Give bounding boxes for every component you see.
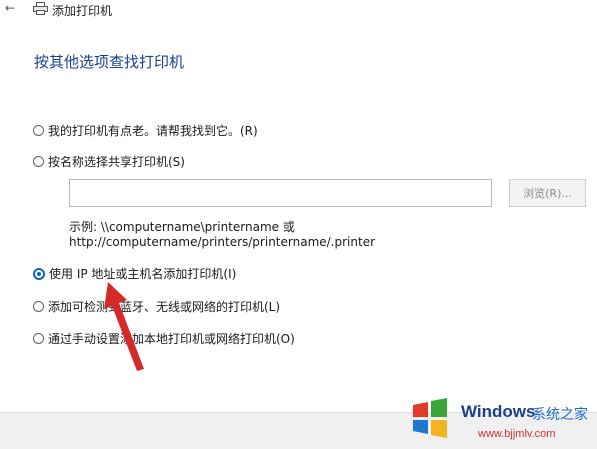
window-title: 添加打印机 (52, 4, 113, 18)
radio-manual-settings[interactable] (33, 333, 44, 344)
printer-icon (33, 2, 48, 15)
back-arrow-icon[interactable]: ← (5, 1, 15, 15)
watermark-url: www.bjjmlv.com (478, 428, 556, 440)
option-manual-settings-label: 通过手动设置添加本地打印机或网络打印机(O) (48, 332, 295, 346)
option-shared-by-name[interactable]: 按名称选择共享打印机(S) (33, 153, 185, 170)
browse-button[interactable]: 浏览(R)... (509, 179, 586, 207)
option-old-printer[interactable]: 我的打印机有点老。请帮我找到它。(R) (33, 122, 258, 139)
radio-old-printer[interactable] (33, 125, 44, 136)
title-bar: ← 添加打印机 (0, 0, 597, 20)
option-ip-hostname[interactable]: 使用 IP 地址或主机名添加打印机(I) (33, 265, 236, 282)
option-bluetooth-wireless[interactable]: 添加可检测到蓝牙、无线或网络的打印机(L) (33, 298, 280, 315)
example-line-1: 示例: \\computername\printername 或 (69, 220, 295, 234)
watermark-brand: Windows (461, 402, 536, 421)
option-ip-hostname-label: 使用 IP 地址或主机名添加打印机(I) (49, 267, 237, 281)
watermark-site-name: 系统之家 (532, 407, 588, 423)
radio-bluetooth-wireless[interactable] (33, 301, 44, 312)
option-old-printer-label: 我的打印机有点老。请帮我找到它。(R) (48, 124, 258, 138)
radio-ip-hostname[interactable] (33, 267, 45, 280)
option-manual-settings[interactable]: 通过手动设置添加本地打印机或网络打印机(O) (33, 330, 295, 347)
windows-logo-icon (413, 398, 447, 438)
example-line-2: http://computername/printers/printername… (69, 235, 376, 249)
printer-path-input[interactable] (69, 179, 492, 207)
radio-shared-by-name[interactable] (33, 156, 44, 167)
page-heading: 按其他选项查找打印机 (34, 53, 185, 71)
option-bluetooth-wireless-label: 添加可检测到蓝牙、无线或网络的打印机(L) (48, 300, 281, 314)
option-shared-by-name-label: 按名称选择共享打印机(S) (48, 155, 185, 169)
